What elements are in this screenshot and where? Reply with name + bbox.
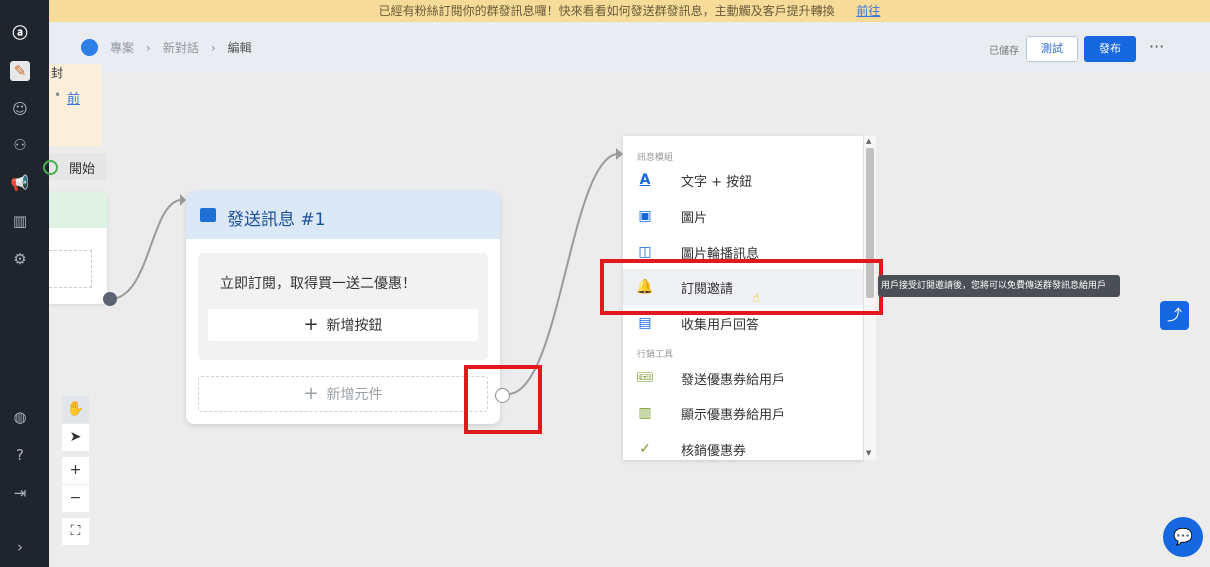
card-title: 發送訊息 #1 xyxy=(227,210,326,230)
scroll-up-icon[interactable]: ▲ xyxy=(866,137,871,145)
coupon-send-icon: 🎟 xyxy=(636,370,654,386)
add-element-label: 新增元件 xyxy=(326,387,383,403)
side-action-icon[interactable]: ⤴ xyxy=(1160,301,1189,330)
start-label: 開始 xyxy=(69,162,96,177)
note-bullet: • xyxy=(54,88,62,102)
message-bubble[interactable]: 立即訂閱，取得買一送二優惠！ + 新增按鈕 xyxy=(198,253,488,360)
message-text: 立即訂閱，取得買一送二優惠！ xyxy=(220,276,416,292)
note-text: 封 xyxy=(51,66,64,80)
pointer-tool-icon[interactable]: ➤ xyxy=(62,424,89,451)
message-icon xyxy=(200,208,216,222)
zoom-out-icon[interactable]: − xyxy=(62,485,89,512)
start-card[interactable] xyxy=(49,192,107,304)
highlight-box-menu xyxy=(600,259,883,315)
fit-screen-icon[interactable]: ⛶ xyxy=(62,518,89,545)
menu-item-label: 收集用戶回答 xyxy=(681,318,760,333)
coupon-redeem-icon: ✓ xyxy=(639,441,651,457)
add-element-button[interactable]: + 新增元件 xyxy=(198,376,488,412)
highlight-box-port xyxy=(464,365,542,434)
menu-item-label: 圖片 xyxy=(681,211,708,226)
menu-item-label: 核銷優惠券 xyxy=(681,444,747,459)
menu-item-label: 發送優惠券給用戶 xyxy=(681,373,786,388)
plus-icon: + xyxy=(303,314,319,335)
menu-item-send-coupon[interactable]: 🎟 發送優惠券給用戶 xyxy=(623,360,863,396)
collect-icon: ▤ xyxy=(638,315,652,331)
start-port-icon xyxy=(43,160,58,175)
plus-icon: + xyxy=(303,383,319,404)
zoom-in-icon[interactable]: + xyxy=(62,457,89,484)
menu-item-text-button[interactable]: A 文字 + 按鈕 xyxy=(623,162,863,198)
start-card-header xyxy=(49,192,107,228)
menu-item-label: 顯示優惠券給用戶 xyxy=(681,408,786,423)
send-message-card[interactable]: 發送訊息 #1 立即訂閱，取得買一送二優惠！ + 新增按鈕 + 新增元件 xyxy=(186,191,500,424)
menu-item-redeem-coupon[interactable]: ✓ 核銷優惠券 xyxy=(623,431,863,460)
menu-item-show-coupon[interactable]: ▥ 顯示優惠券給用戶 xyxy=(623,395,863,431)
scroll-down-icon[interactable]: ▼ xyxy=(866,449,871,457)
output-port[interactable] xyxy=(103,292,117,306)
text-icon: A xyxy=(639,172,651,188)
chat-widget-icon[interactable]: 💬 xyxy=(1163,517,1203,557)
hand-tool-icon[interactable]: ✋ xyxy=(62,396,89,423)
start-node[interactable]: 開始 xyxy=(43,153,107,180)
start-card-slot[interactable] xyxy=(49,250,92,288)
note-link[interactable]: 前 xyxy=(67,88,80,107)
note-card[interactable]: 封 • 前 xyxy=(49,64,101,146)
cursor-icon: ☝ xyxy=(752,291,760,306)
add-button[interactable]: + 新增按鈕 xyxy=(208,309,478,341)
coupon-show-icon: ▥ xyxy=(638,405,652,421)
add-button-label: 新增按鈕 xyxy=(326,318,383,334)
card-header: 發送訊息 #1 xyxy=(186,191,500,239)
menu-section-title: 行銷工具 xyxy=(637,350,674,360)
menu-item-image[interactable]: ▣ 圖片 xyxy=(623,198,863,234)
menu-item-label: 文字 + 按鈕 xyxy=(681,175,753,190)
tooltip: 用戶接受訂閱邀請後，您將可以免費傳送群發訊息給用戶 xyxy=(878,275,1120,297)
image-icon: ▣ xyxy=(638,208,652,224)
